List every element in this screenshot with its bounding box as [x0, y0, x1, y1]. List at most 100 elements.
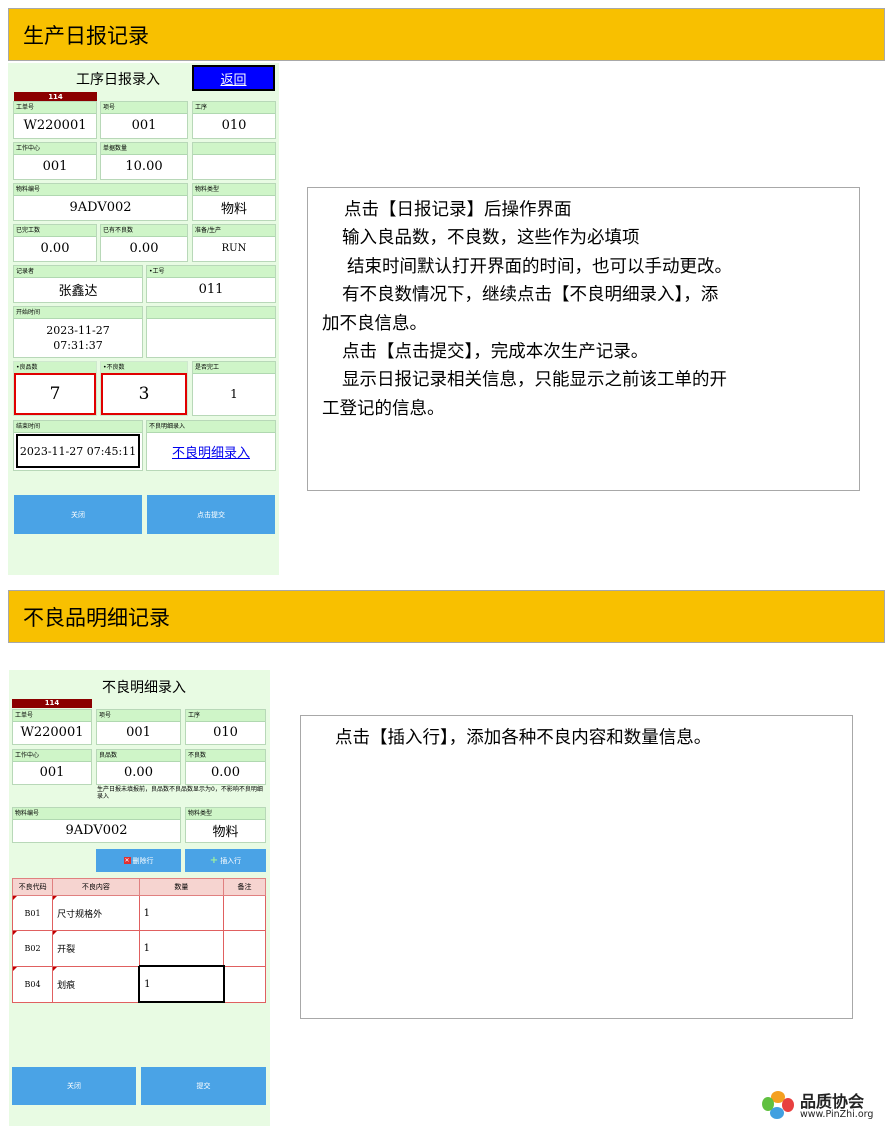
field-value: 001 — [126, 725, 151, 740]
item-no-field[interactable]: 项号 001 — [96, 709, 181, 745]
defect-note-cell[interactable] — [223, 965, 266, 1003]
order-qty-field[interactable]: 单据数量 10.00 — [100, 142, 188, 180]
material-no-field[interactable]: 物料编号 9ADV002 — [12, 807, 181, 843]
submit-button[interactable]: 提交 — [141, 1067, 266, 1105]
finished-field[interactable]: 是否完工 1 — [192, 361, 276, 416]
work-order-field[interactable]: 工单号 W220001 — [13, 101, 97, 139]
defect-code-cell[interactable]: B02 — [11, 930, 54, 967]
existing-bad-field[interactable]: 已有不良数 0.00 — [100, 224, 188, 262]
recorder-field[interactable]: 记录者 张鑫达 — [13, 265, 143, 303]
field-value: RUN — [221, 243, 247, 254]
record-count-badge: 114 — [12, 699, 92, 708]
field-label — [193, 143, 275, 155]
start-clock: 07:31:37 — [53, 338, 103, 352]
good-qty-field[interactable]: •良品数 7 — [13, 361, 97, 416]
table-row[interactable]: B02 开裂 1 — [11, 930, 266, 967]
bad-qty-field[interactable]: 不良数 0.00 — [185, 749, 266, 785]
column-header: 数量 — [138, 878, 225, 896]
end-time-input[interactable]: 2023-11-27 07:45:11 — [16, 434, 140, 468]
field-value: 不良明细录入 — [147, 432, 275, 470]
bad-qty-input[interactable]: 3 — [101, 373, 187, 415]
defect-qty-cell[interactable]: 1 — [138, 895, 225, 931]
table-row[interactable]: B04 划痕 1 — [11, 965, 266, 1003]
note-line: 点击【日报记录】后操作界面 — [344, 200, 572, 220]
work-order-field[interactable]: 工单号 W220001 — [12, 709, 92, 745]
defect-qty-cell[interactable]: 1 — [138, 930, 225, 967]
worker-id-field[interactable]: •工号 011 — [146, 265, 276, 303]
column-header: 不良代码 — [11, 878, 54, 896]
process-field[interactable]: 工序 010 — [192, 101, 276, 139]
field-value: 2023-11-27 07:31:37 — [14, 318, 142, 357]
submit-button[interactable]: 点击提交 — [147, 495, 275, 534]
field-label — [147, 307, 275, 319]
defect-note-cell[interactable] — [223, 930, 266, 967]
material-type-field[interactable]: 物料类型 物料 — [192, 183, 276, 221]
logo-url: www.PinZhi.org — [800, 1109, 874, 1120]
note-line: 点击【点击提交】，完成本次生产记录。 — [342, 342, 649, 363]
field-value: W220001 — [20, 725, 84, 740]
material-type-field[interactable]: 物料类型 物料 — [185, 807, 266, 843]
close-button[interactable]: 关闭 — [12, 1067, 136, 1105]
column-header: 不良内容 — [52, 878, 140, 896]
defect-content-cell[interactable]: 划痕 — [52, 965, 140, 1003]
field-value: 0.00 — [129, 241, 159, 256]
defect-detail-panel: 不良明细录入 114 工单号 W220001 项号 001 工序 010 工作中… — [9, 670, 270, 1126]
defect-note-cell[interactable] — [223, 895, 266, 931]
note-line: 加不良信息。 — [322, 313, 427, 334]
delete-row-button[interactable]: ✕ 删除行 — [96, 849, 181, 872]
defect-content-cell[interactable]: 尺寸规格外 — [52, 895, 140, 931]
work-center-field[interactable]: 工作中心 001 — [13, 142, 97, 180]
table-row[interactable]: B01 尺寸规格外 1 — [11, 895, 266, 931]
good-qty-input[interactable]: 7 — [14, 373, 96, 415]
qty-hint: 生产日报未填报前，良品数不良品数显示为0，不影响不良明细录入 — [97, 786, 263, 800]
banner-title: 不良品明细记录 — [23, 605, 170, 630]
field-value: 物料 — [220, 202, 247, 217]
defect-qty-cell[interactable]: 1 — [138, 965, 225, 1003]
prep-prod-field[interactable]: 准备/生产 RUN — [192, 224, 276, 262]
empty-field — [192, 142, 276, 180]
field-value: 0.00 — [40, 241, 70, 256]
field-value: 物料 — [212, 825, 239, 840]
material-no-field[interactable]: 物料编号 9ADV002 — [13, 183, 188, 221]
panel-title: 不良明细录入 — [102, 680, 186, 696]
delete-icon: ✕ — [123, 857, 131, 864]
field-label: 结束时间 — [14, 421, 142, 433]
logo-mark-icon — [762, 1091, 794, 1119]
note-line: 输入良品数，不良数，这些作为必填项 — [342, 228, 640, 249]
field-value: 001 — [131, 118, 157, 133]
defect-content-cell[interactable]: 开裂 — [52, 930, 140, 967]
field-value: 10.00 — [125, 159, 163, 174]
pinzhi-logo: 品质协会 www.PinZhi.org — [760, 1086, 882, 1124]
panel-title: 工序日报录入 — [76, 72, 160, 88]
bad-detail-link[interactable]: 不良明细录入 — [172, 442, 250, 461]
defect-code-cell[interactable]: B01 — [11, 895, 54, 931]
plus-icon: + — [209, 855, 219, 866]
daily-report-panel: 工序日报录入 返回 114 工单号 W220001 项号 001 工序 010 … — [8, 63, 279, 575]
done-qty-field[interactable]: 已完工数 0.00 — [13, 224, 97, 262]
end-time-field[interactable]: 结束时间 2023-11-27 07:45:11 — [13, 420, 143, 471]
back-button[interactable]: 返回 — [192, 65, 275, 91]
note-line: 结束时间默认打开界面的时间，也可以手动更改。 — [347, 256, 732, 277]
instruction-note: 点击【插入行】，添加各种不良内容和数量信息。 — [300, 715, 853, 1019]
note-line: 显示日报记录相关信息，只能显示之前该工单的开 — [342, 370, 727, 391]
start-time-field[interactable]: 开始时间 2023-11-27 07:31:37 — [13, 306, 143, 358]
process-field[interactable]: 工序 010 — [185, 709, 266, 745]
field-value: 0.00 — [124, 765, 153, 780]
defect-table: 不良代码 不良内容 数量 备注 B01 尺寸规格外 1 B02 开裂 1 B04… — [11, 878, 266, 1003]
start-date: 2023-11-27 — [46, 323, 110, 337]
section-banner-defect-detail: 不良品明细记录 — [8, 590, 885, 643]
field-value: 001 — [42, 159, 68, 174]
close-button[interactable]: 关闭 — [14, 495, 142, 534]
work-center-field[interactable]: 工作中心 001 — [12, 749, 92, 785]
field-value: 011 — [198, 282, 224, 297]
insert-row-button[interactable]: + 插入行 — [185, 849, 266, 872]
bad-qty-field[interactable]: •不良数 3 — [100, 361, 188, 416]
column-header: 备注 — [223, 878, 266, 896]
item-no-field[interactable]: 项号 001 — [100, 101, 188, 139]
field-value: W220001 — [23, 118, 87, 133]
field-value: 010 — [221, 118, 247, 133]
defect-code-cell[interactable]: B04 — [11, 965, 54, 1003]
good-qty-field[interactable]: 良品数 0.00 — [96, 749, 181, 785]
field-value: 张鑫达 — [58, 284, 98, 299]
field-value: 010 — [213, 725, 238, 740]
